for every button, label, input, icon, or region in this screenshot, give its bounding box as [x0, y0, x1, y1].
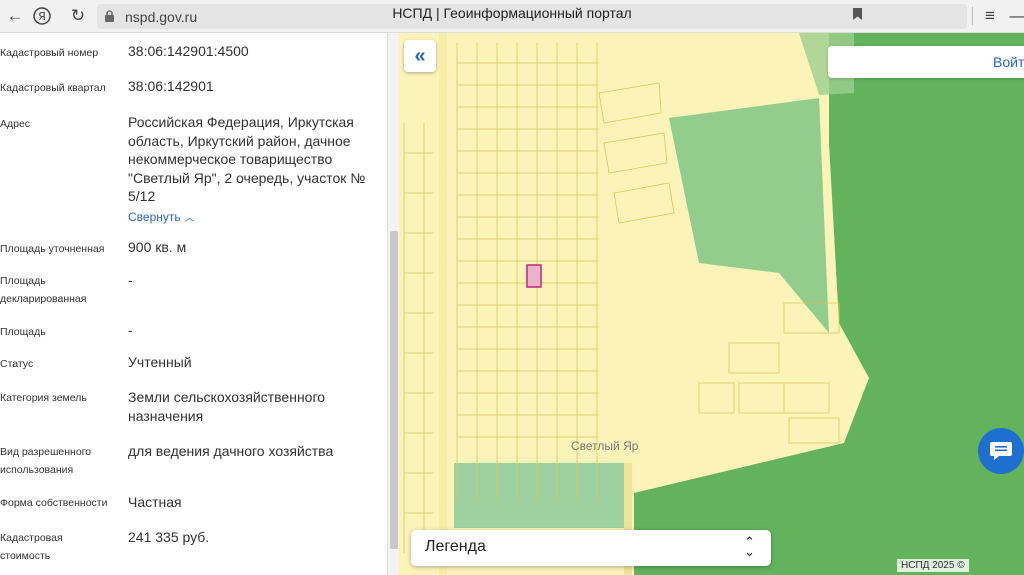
- login-button[interactable]: Войт: [828, 46, 1024, 78]
- field-value: 38:06:142901: [128, 78, 214, 94]
- field-label: Категория земель: [0, 392, 87, 404]
- field-value: Российская Федерация, Иркутская область,…: [128, 114, 366, 204]
- browser-toolbar: ← Я ↻ nspd.gov.ru НСПД | Геоинформационн…: [0, 0, 1024, 33]
- field-value: Частная: [128, 494, 182, 510]
- field-label: Адрес: [0, 118, 31, 130]
- chat-button[interactable]: [978, 428, 1024, 474]
- minimize-icon[interactable]: —: [1006, 5, 1024, 27]
- collapse-link[interactable]: Свернуть ︿: [128, 209, 195, 224]
- parcel-info-panel: Кадастровый номер 38:06:142901:4500 Када…: [0, 33, 399, 575]
- settlement-label: Светлый Яр: [571, 439, 639, 453]
- field-label: Вид разрешенного использования: [0, 446, 92, 476]
- field-value: Земли сельскохозяйственного назначения: [128, 389, 326, 424]
- collapse-panel-button[interactable]: «: [404, 40, 436, 72]
- menu-icon[interactable]: ≡: [978, 5, 1002, 27]
- login-label: Войт: [993, 54, 1024, 70]
- chevron-up-icon: ︿: [184, 213, 195, 224]
- chat-icon: [990, 442, 1012, 460]
- map-copyright: НСПД 2025 ©: [897, 559, 969, 572]
- field-value: для ведения дачного хозяйства: [128, 443, 334, 459]
- field-value: 900 кв. м: [128, 239, 187, 255]
- scrollbar-thumb[interactable]: [390, 231, 398, 549]
- sort-arrows-icon: ⌃ ⌄: [744, 534, 755, 559]
- field-label: Форма собственности: [0, 497, 108, 509]
- bookmark-icon[interactable]: [845, 3, 869, 25]
- panel-scrollbar[interactable]: [387, 33, 399, 575]
- field-value: 38:06:142901:4500: [128, 43, 249, 59]
- field-value: -: [128, 322, 133, 338]
- map-view[interactable]: « Войт Светлый Яр Легенда ⌃ ⌄ НСПД 2025 ©: [399, 33, 1024, 575]
- field-label: Площадь декларированная: [0, 275, 87, 305]
- field-value: -: [128, 272, 133, 288]
- field-label: Площадь уточненная: [0, 243, 105, 255]
- field-label: Площадь: [0, 326, 46, 338]
- field-value: 241 335 руб.: [128, 529, 210, 545]
- field-value: Учтенный: [128, 354, 192, 370]
- field-label: Кадастровый номер: [0, 47, 99, 59]
- field-label: Статус: [0, 358, 34, 370]
- map-layers: [403, 33, 1024, 575]
- legend-label: Легенда: [425, 538, 486, 555]
- legend-dropdown[interactable]: Легенда ⌃ ⌄: [411, 530, 771, 566]
- collapse-label: Свернуть: [128, 210, 181, 224]
- page-title: НСПД | Геоинформационный портал: [392, 5, 632, 21]
- field-label: Кадастровая стоимость: [0, 532, 63, 562]
- field-label: Кадастровый квартал: [0, 82, 106, 94]
